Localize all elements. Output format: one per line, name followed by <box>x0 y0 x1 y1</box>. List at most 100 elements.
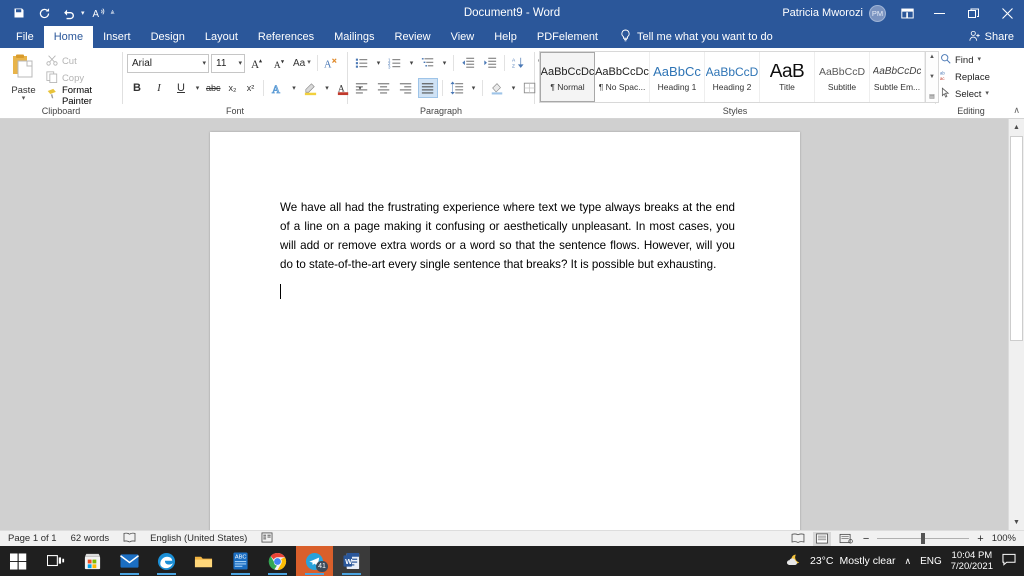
tab-references[interactable]: References <box>248 26 324 48</box>
ribbon-display-options-icon[interactable] <box>892 0 922 26</box>
scrollbar-thumb[interactable] <box>1010 136 1023 341</box>
chevron-down-icon[interactable]: ▾ <box>307 59 311 66</box>
change-case-button[interactable]: Aa ▾ <box>291 53 313 73</box>
style-heading-1[interactable]: AaBbCc Heading 1 <box>650 52 705 102</box>
microsoft-store-icon[interactable] <box>74 546 111 576</box>
word-count[interactable]: 62 words <box>71 533 110 544</box>
save-icon[interactable] <box>8 3 30 23</box>
bullets-caret[interactable]: ▾ <box>374 59 383 67</box>
task-view-button[interactable] <box>37 546 74 576</box>
zoom-in-button[interactable]: + <box>975 533 985 545</box>
tab-design[interactable]: Design <box>141 26 195 48</box>
subscript-button[interactable]: x₂ <box>225 78 241 98</box>
shading-caret[interactable]: ▾ <box>509 84 518 92</box>
account-info[interactable]: Patricia Mworozi PM <box>782 4 892 22</box>
style-heading-2[interactable]: AaBbCcD Heading 2 <box>705 52 760 102</box>
text-highlight-caret[interactable]: ▾ <box>323 84 332 92</box>
strikethrough-button[interactable]: abc <box>204 78 223 98</box>
clock[interactable]: 10:04 PM 7/20/2021 <box>951 550 993 572</box>
tab-insert[interactable]: Insert <box>93 26 141 48</box>
format-painter-button[interactable]: Format Painter <box>43 85 118 107</box>
select-caret[interactable]: ▾ <box>985 90 989 97</box>
find-caret[interactable]: ▾ <box>977 56 981 63</box>
word-icon[interactable]: W <box>333 546 370 576</box>
zoom-slider[interactable] <box>877 533 970 544</box>
multilevel-list-button[interactable] <box>418 53 438 73</box>
undo-dropdown-caret[interactable]: ▾ <box>81 9 85 17</box>
file-explorer-icon[interactable] <box>185 546 222 576</box>
styles-gallery[interactable]: AaBbCcDc ¶ Normal AaBbCcDc ¶ No Spac... … <box>539 51 939 103</box>
bold-button[interactable]: B <box>127 78 147 98</box>
numbering-button[interactable]: 123 <box>385 53 405 73</box>
repeat-icon[interactable] <box>33 3 55 23</box>
text-effects-caret[interactable]: ▾ <box>290 84 299 92</box>
page-indicator[interactable]: Page 1 of 1 <box>8 533 57 544</box>
print-layout-button[interactable] <box>812 531 831 546</box>
bullets-button[interactable] <box>352 53 372 73</box>
chevron-down-icon[interactable]: ▾ <box>202 59 206 67</box>
select-button[interactable]: Select ▾ <box>940 86 989 102</box>
mail-icon[interactable] <box>111 546 148 576</box>
tab-pdfelement[interactable]: PDFelement <box>527 26 608 48</box>
tab-view[interactable]: View <box>441 26 485 48</box>
notes-app-icon[interactable]: ABC <box>222 546 259 576</box>
tab-help[interactable]: Help <box>484 26 527 48</box>
close-button[interactable] <box>990 0 1024 26</box>
style-subtitle[interactable]: AaBbCcD Subtitle <box>815 52 870 102</box>
customize-qat-icon[interactable]: ⩓ <box>111 9 115 17</box>
chevron-down-icon[interactable]: ▾ <box>238 59 242 67</box>
style-title[interactable]: AaB Title <box>760 52 815 102</box>
paste-dropdown-caret[interactable]: ▾ <box>22 95 26 102</box>
zoom-out-button[interactable]: − <box>861 533 871 545</box>
language-indicator-tray[interactable]: ENG <box>920 556 942 567</box>
weather-widget[interactable]: 23°C Mostly clear <box>786 552 895 571</box>
text-effects-button[interactable]: A <box>268 78 288 98</box>
text-highlight-button[interactable] <box>301 78 321 98</box>
read-aloud-icon[interactable]: A <box>88 3 110 23</box>
underline-button[interactable]: U <box>171 78 191 98</box>
undo-icon[interactable] <box>58 3 80 23</box>
chrome-icon[interactable] <box>259 546 296 576</box>
web-layout-button[interactable] <box>837 532 855 546</box>
minimize-button[interactable] <box>922 0 956 26</box>
document-paragraph[interactable]: We have all had the frustrating experien… <box>280 198 735 274</box>
scroll-down-arrow-icon[interactable]: ▼ <box>1009 514 1024 530</box>
language-indicator[interactable]: English (United States) <box>150 533 247 544</box>
tray-overflow-icon[interactable]: ∧ <box>904 556 911 567</box>
align-left-button[interactable] <box>352 78 372 98</box>
underline-dropdown-caret[interactable]: ▾ <box>193 84 202 92</box>
tab-home[interactable]: Home <box>43 26 94 48</box>
zoom-slider-thumb[interactable] <box>921 533 926 544</box>
font-name-combobox[interactable]: Arial ▾ <box>127 53 209 73</box>
notifications-icon[interactable] <box>1002 553 1016 569</box>
find-button[interactable]: Find ▾ <box>940 52 981 68</box>
align-right-button[interactable] <box>396 78 416 98</box>
line-spacing-caret[interactable]: ▾ <box>469 84 478 92</box>
document-page[interactable]: We have all had the frustrating experien… <box>210 132 800 530</box>
vertical-scrollbar[interactable]: ▲ ▼ <box>1008 119 1024 530</box>
tab-layout[interactable]: Layout <box>195 26 248 48</box>
tab-file[interactable]: File <box>6 26 44 48</box>
shading-button[interactable] <box>487 78 507 98</box>
tell-me-search[interactable]: Tell me what you want to do <box>608 26 773 48</box>
line-spacing-button[interactable] <box>447 78 467 98</box>
align-center-button[interactable] <box>374 78 394 98</box>
accessibility-icon[interactable] <box>261 532 273 546</box>
font-size-combobox[interactable]: 11 ▾ <box>211 53 245 73</box>
numbering-caret[interactable]: ▾ <box>407 59 416 67</box>
italic-button[interactable]: I <box>149 78 169 98</box>
share-button[interactable]: Share <box>969 26 1024 48</box>
style-no-spacing[interactable]: AaBbCcDc ¶ No Spac... <box>595 52 650 102</box>
proofing-errors-icon[interactable] <box>123 532 136 546</box>
justify-button[interactable] <box>418 78 438 98</box>
scroll-up-arrow-icon[interactable]: ▲ <box>1009 119 1024 135</box>
zoom-level[interactable]: 100% <box>992 533 1016 544</box>
replace-button[interactable]: ab ac Replace <box>940 69 990 85</box>
avatar[interactable]: PM <box>869 4 886 22</box>
restore-button[interactable] <box>956 0 990 26</box>
style-subtle-emphasis[interactable]: AaBbCcDc Subtle Em... <box>870 52 925 102</box>
superscript-button[interactable]: x² <box>243 78 259 98</box>
shrink-font-button[interactable]: A ▾ <box>269 53 289 73</box>
start-button[interactable] <box>0 546 37 576</box>
style-normal[interactable]: AaBbCcDc ¶ Normal <box>540 52 595 102</box>
